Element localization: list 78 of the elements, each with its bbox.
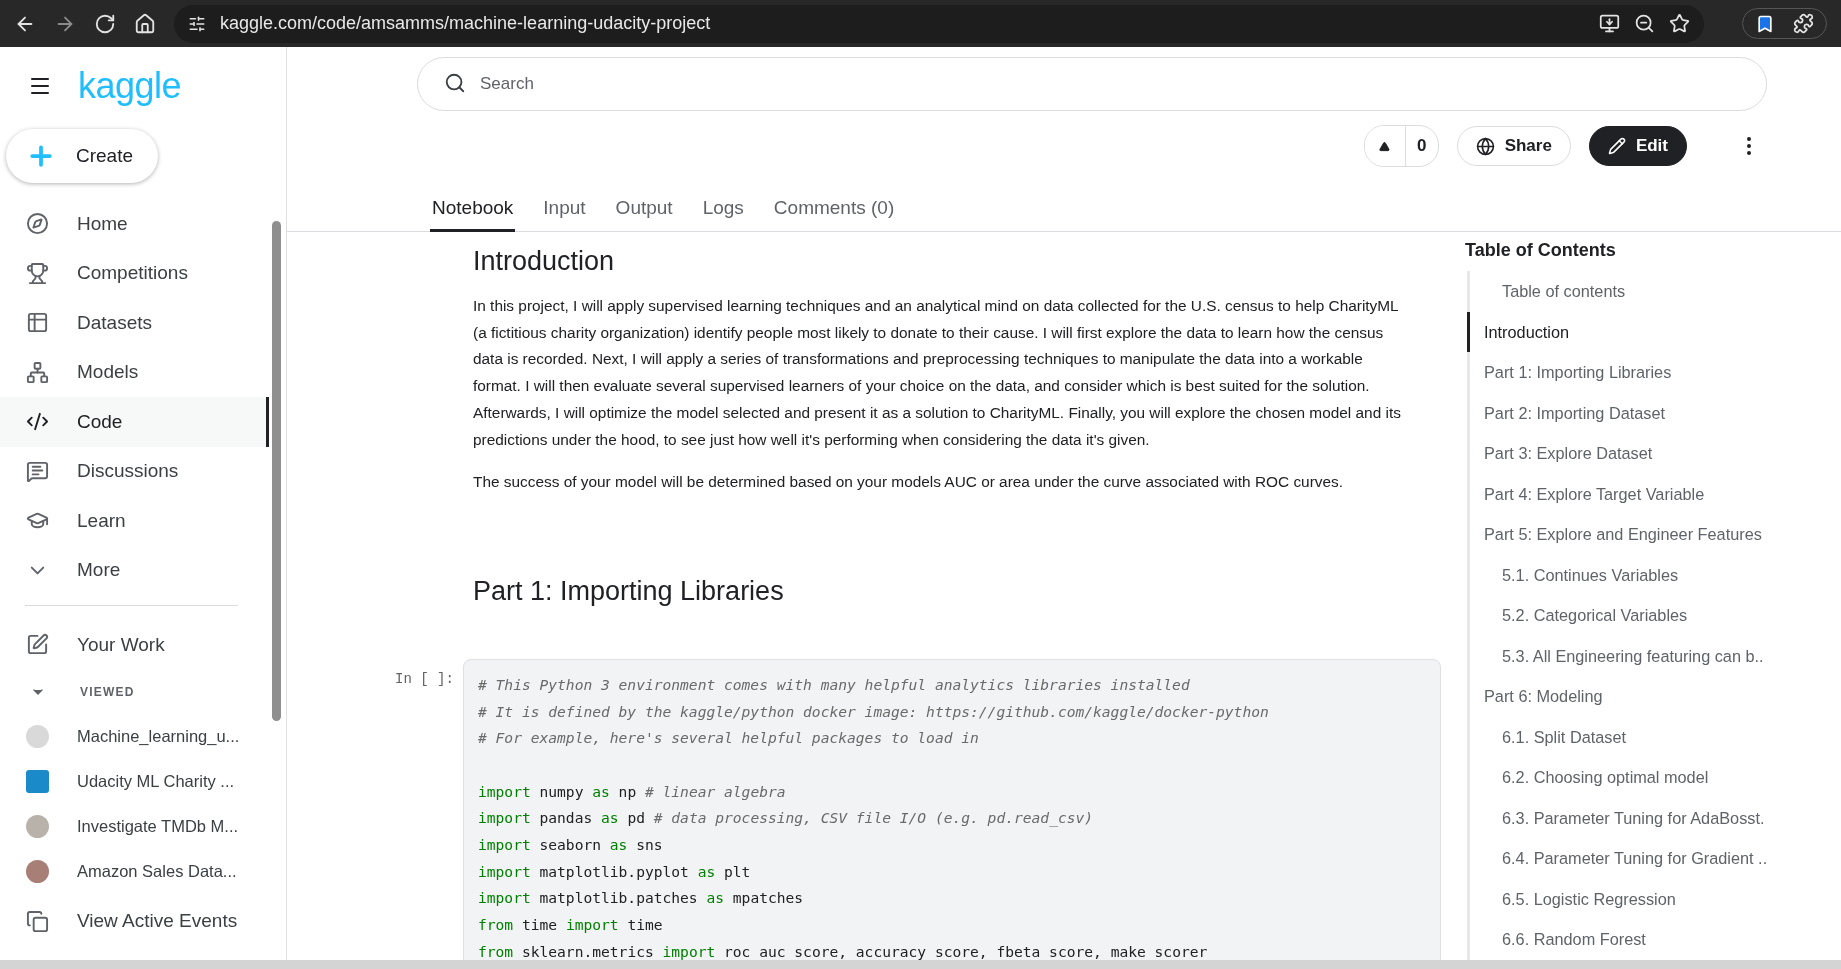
tab[interactable]: Logs [700, 189, 746, 232]
code-cell[interactable] [463, 658, 1441, 960]
bookmark-star-icon[interactable] [1669, 13, 1690, 34]
code-line: import matplotlib.pyplot as plt [478, 862, 751, 880]
code-line: import pandas as pd # data processing, CSV file I/O (e.g. pd.read_csv) [478, 809, 1094, 827]
home-icon[interactable] [134, 12, 156, 35]
code-line: # For example, here's several helpful packages to load in [478, 729, 979, 747]
create-button[interactable]: Create [6, 129, 158, 183]
zoom-out-icon[interactable] [1634, 13, 1655, 34]
toc-link[interactable]: 5.2. Categorical Variables [1467, 595, 1841, 636]
toc-link[interactable]: Table of contents [1467, 271, 1841, 312]
toc-link[interactable]: Introduction [1467, 311, 1841, 352]
recent-item[interactable]: Machine_learning_u... [0, 713, 286, 759]
toc-link[interactable]: 6.2. Choosing optimal model [1467, 757, 1841, 798]
paragraph: The success of your model will be determined based on your models AUC or area under the curve associated with ROC curves. [473, 472, 1344, 493]
toc-link[interactable]: Part 6: Modeling [1467, 676, 1841, 717]
nav-item[interactable]: Learn [0, 496, 269, 546]
edit-note-icon [26, 633, 49, 657]
recent-item[interactable]: Investigate TMDb M... [0, 803, 286, 849]
toc-title: Table of Contents [1465, 240, 1617, 261]
toc-link[interactable]: 5.3. All Engineering featuring can b.. [1467, 635, 1841, 676]
toc-link[interactable]: Part 4: Explore Target Variable [1467, 473, 1841, 514]
nav-item[interactable]: More [0, 545, 269, 595]
nav-item[interactable]: Models [0, 347, 269, 397]
table-icon [26, 311, 49, 335]
search-field[interactable]: Search [417, 57, 1767, 111]
toc-link[interactable]: 5.1. Continues Variables [1467, 554, 1841, 595]
toc-link[interactable]: Part 5: Explore and Engineer Features [1467, 514, 1841, 555]
toc-link[interactable]: 6.6. Random Forest [1467, 919, 1841, 960]
compass-icon [26, 212, 49, 236]
nav-item[interactable]: View Active Events [0, 896, 269, 946]
code-line: from time import time [478, 916, 663, 934]
tab[interactable]: Output [613, 189, 675, 232]
chat-icon [26, 459, 49, 483]
nav-item[interactable]: Datasets [0, 298, 269, 348]
paragraph: In this project, I will apply supervised learning techniques and an analytical mind on data collected for the U.S. census to help CharityML (a fictitious charity organization) identify people most likely to donate to their cause. I will first explore the data to learn how the census data is recorded. Next, I will apply a series of transformations and preprocessing techniques to manipulate the data into a workable format. I will then evaluate several supervised learners of your choice on the data, and consider which is best suited for the solution. Afterwards, I will optimize the model selected and present it as a solution to CharityML. Finally, you will explore the chosen model and its predictions under the hood, to see just how well it's performing when considering the data it's given. [473, 296, 1402, 450]
section-heading: VIEWED [80, 684, 135, 699]
toc-link[interactable]: 6.1. Split Dataset [1467, 716, 1841, 757]
copy-icon [26, 909, 49, 933]
toc-link[interactable]: 6.4. Parameter Tuning for Gradient .. [1467, 838, 1841, 879]
trophy-icon [26, 261, 49, 285]
toc-link[interactable]: 6.3. Parameter Tuning for AdaBosst. [1467, 797, 1841, 838]
nav-item[interactable]: Discussions [0, 446, 269, 496]
tab[interactable]: Comments (0) [771, 189, 897, 232]
nav-item[interactable]: Code [0, 397, 269, 447]
section-heading: Part 1: Importing Libraries [473, 575, 785, 607]
cell-prompt: In [ ]: [395, 669, 455, 689]
site-settings-icon[interactable] [188, 14, 206, 33]
tab[interactable]: Input [541, 189, 588, 232]
install-icon[interactable] [1599, 13, 1620, 34]
nodes-icon [26, 360, 49, 384]
section-heading: Introduction [473, 246, 616, 277]
address-bar[interactable]: kaggle.com/code/amsamms/machine-learning-udacity-project [174, 4, 1704, 43]
triangle-icon [1379, 140, 1391, 152]
recent-item[interactable]: Udacity ML Charity ... [0, 758, 286, 804]
pencil-icon [1607, 137, 1626, 155]
code-line: # It is defined by the kaggle/python docker image: https://github.com/kaggle/docker-python [478, 702, 1269, 720]
code-line: import numpy as np # linear algebra [478, 782, 786, 800]
code-line: import seaborn as sns [478, 836, 663, 854]
code-line: import matplotlib.patches as mpatches [478, 889, 804, 907]
code-line: # This Python 3 environment comes with many helpful analytics libraries installed [478, 675, 1190, 693]
recent-item[interactable]: Amazon Sales Data... [0, 848, 286, 894]
toc-link[interactable]: Part 2: Importing Dataset [1467, 392, 1841, 433]
toc-link[interactable]: Part 1: Importing Libraries [1467, 352, 1841, 393]
globe-icon [1475, 136, 1495, 156]
vote-count: 0 [1404, 126, 1438, 166]
nav-item[interactable]: Home [0, 199, 269, 249]
nav-item[interactable]: Your Work [0, 620, 269, 670]
code-line: from sklearn.metrics import roc_auc_score, accuracy_score, fbeta_score, make_scorer [478, 942, 1208, 960]
extension-icon[interactable] [1755, 13, 1775, 34]
edit-button[interactable]: Edit [1588, 126, 1687, 166]
toc-link[interactable]: 6.5. Logistic Regression [1467, 878, 1841, 919]
tab[interactable]: Notebook [430, 189, 516, 232]
nav-item[interactable]: Competitions [0, 248, 269, 298]
share-button[interactable]: Share [1456, 126, 1571, 166]
puzzle-icon[interactable] [1793, 13, 1814, 34]
toc-link[interactable]: Part 3: Explore Dataset [1467, 433, 1841, 474]
reload-icon[interactable] [94, 12, 116, 35]
